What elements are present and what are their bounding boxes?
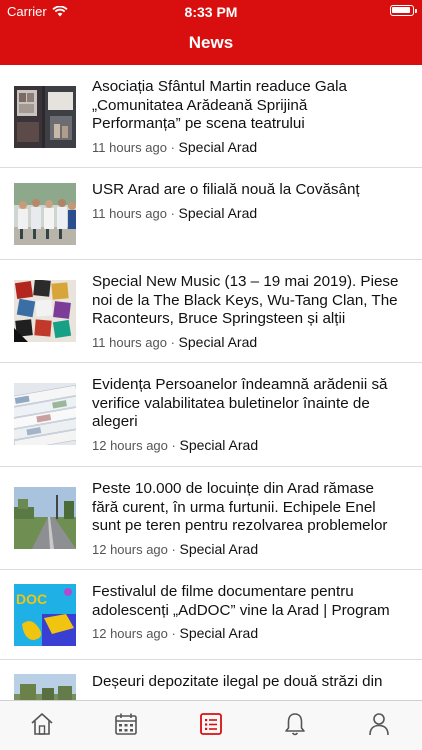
news-meta: 12 hours ago · Special Arad (92, 625, 412, 641)
news-thumbnail-album-covers (14, 280, 76, 342)
meta-separator: · (170, 334, 175, 350)
news-title-line: alegeri (92, 413, 138, 430)
tab-bar (0, 700, 422, 750)
news-item[interactable]: Peste 10.000 de locuințe din Arad rămase… (0, 467, 422, 570)
news-title-line: USR Arad are o filială nouă la Covăsânț (92, 181, 360, 198)
news-title-line: Festivalul de filme documentare pentru (92, 583, 354, 600)
news-time: 11 hours ago (92, 139, 167, 155)
meta-separator: · (171, 626, 176, 641)
news-meta: 11 hours ago · Special Arad (92, 139, 412, 155)
tab-notifications[interactable] (283, 711, 307, 737)
news-meta: 12 hours ago · Special Arad (92, 437, 412, 453)
news-source: Special Arad (179, 625, 259, 641)
news-title-line: fără curent, în urma furtunii. Echipele … (92, 498, 376, 516)
news-thumbnail-addoc-logo: DOC (14, 584, 76, 646)
news-meta: 12 hours ago · Special Arad (92, 541, 412, 557)
news-meta: 11 hours ago · Special Arad (92, 334, 412, 350)
news-time: 11 hours ago (92, 205, 167, 221)
meta-separator: · (171, 437, 176, 453)
news-title-line: Deșeuri depozitate ilegal pe două străzi… (92, 673, 383, 690)
home-icon (31, 713, 53, 735)
news-list-icon (200, 713, 222, 735)
news-source: Special Arad (178, 333, 258, 350)
news-source: Special Arad (179, 436, 259, 453)
news-time: 12 hours ago (92, 541, 168, 557)
news-meta: 11 hours ago · Special Arad (92, 205, 412, 221)
news-source: Special Arad (178, 138, 258, 155)
news-title-line: Raconteurs, Bruce Springsteen și alții (92, 310, 346, 327)
battery-icon (390, 5, 417, 16)
meta-separator: · (170, 205, 175, 221)
news-time: 12 hours ago (92, 437, 168, 453)
news-item[interactable]: Special New Music (13 – 19 mai 2019). Pi… (0, 260, 422, 363)
news-title-line: Asociația Sfântul Martin readuce Gala (92, 78, 347, 95)
news-thumbnail-road (14, 487, 76, 549)
status-time: 8:33 PM (184, 4, 238, 20)
news-source: Special Arad (178, 204, 258, 221)
news-thumbnail-group-photo (14, 183, 76, 245)
news-title-line: adolescenți „AdDOC” vine la Arad | Progr… (92, 601, 390, 619)
news-time: 11 hours ago (92, 334, 167, 350)
news-title-line: Evidența Persoanelor îndeamnă arădenii s… (92, 376, 388, 393)
news-title-line: noi de la The Black Keys, Wu-Tang Clan, … (92, 291, 398, 309)
news-thumbnail-theatre (14, 86, 76, 148)
news-title-line: verifice valabilitatea buletinelor înain… (92, 394, 370, 412)
news-item[interactable]: Asociația Sfântul Martin readuce Gala „C… (0, 65, 422, 168)
news-time: 12 hours ago (92, 626, 168, 641)
tab-home[interactable] (30, 711, 54, 737)
news-list[interactable]: Asociația Sfântul Martin readuce Gala „C… (0, 65, 422, 700)
news-thumbnail-id-cards (14, 383, 76, 445)
bell-icon (285, 713, 305, 736)
news-item[interactable]: Deșeuri depozitate ilegal pe două străzi… (0, 660, 422, 700)
news-title-line: Special New Music (13 – 19 mai 2019). Pi… (92, 273, 399, 290)
tab-calendar[interactable] (114, 711, 138, 737)
meta-separator: · (170, 139, 175, 155)
addoc-logo-text: DOC (16, 591, 47, 607)
navigation-header: Carrier 8:33 PM News (0, 0, 422, 65)
profile-icon (369, 713, 389, 736)
tab-news[interactable] (199, 711, 223, 737)
tab-profile[interactable] (367, 711, 391, 737)
news-item[interactable]: Evidența Persoanelor îndeamnă arădenii s… (0, 363, 422, 467)
news-source: Special Arad (179, 540, 259, 557)
news-thumbnail-street (14, 674, 76, 700)
status-bar: Carrier 8:33 PM (0, 0, 422, 22)
news-item[interactable]: DOC Festivalul de filme documentare pent… (0, 570, 422, 660)
calendar-icon (115, 713, 137, 735)
page-title: News (188, 33, 234, 52)
news-title-line: Performanța” pe scena teatrului (92, 115, 305, 132)
news-title-line: „Comunitatea Arădeană Sprijină (92, 96, 308, 114)
meta-separator: · (171, 541, 176, 557)
news-title-line: Peste 10.000 de locuințe din Arad rămase (92, 480, 374, 497)
news-item[interactable]: USR Arad are o filială nouă la Covăsânț … (0, 168, 422, 260)
news-title-line: sunt pe teren pentru rezolvarea probleme… (92, 517, 388, 534)
